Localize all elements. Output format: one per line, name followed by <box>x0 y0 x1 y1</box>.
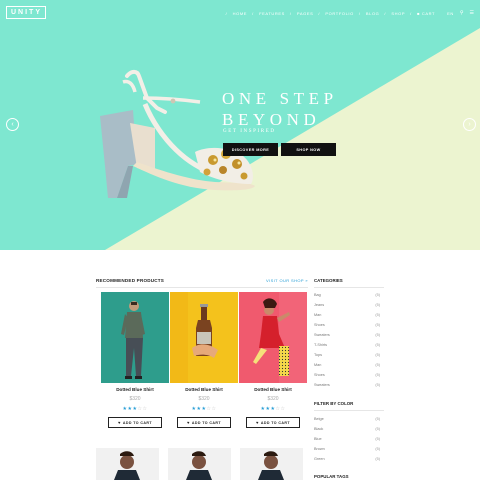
divider <box>314 287 384 288</box>
product-card[interactable]: Dotted Blue Shirt $320 ★★★☆☆ ♥ ADD TO CAR… <box>239 292 307 428</box>
product-rating: ★★★☆☆ <box>101 406 169 412</box>
product-rating: ★★★☆☆ <box>170 406 238 412</box>
nav-features[interactable]: / FEATURES <box>252 11 285 16</box>
category-item[interactable]: Sweaters (5) <box>314 383 380 387</box>
hero-banner: UNITY / HOME / FEATURES / PAGES / PORTFOLIO … <box>0 0 480 250</box>
add-to-cart-button[interactable]: ♥ ADD TO CART <box>177 417 231 428</box>
logo[interactable]: UNITY <box>6 6 46 19</box>
category-item[interactable]: Sweaters (5) <box>314 333 380 337</box>
nav-blog[interactable]: / BLOG <box>359 11 380 16</box>
star-icon: ★★★ <box>122 406 138 412</box>
hero-heading-line2: BEYOND <box>222 110 321 129</box>
star-empty-icon: ☆☆ <box>206 406 217 412</box>
product-name[interactable]: Dotted Blue Shirt <box>170 387 238 392</box>
hero-heading: ONE STEP BEYOND <box>222 88 338 130</box>
category-item[interactable]: Bag (5) <box>314 293 380 297</box>
category-item[interactable]: Jeans (5) <box>314 303 380 307</box>
category-item[interactable]: Man (5) <box>314 313 380 317</box>
add-to-cart-button[interactable]: ♥ ADD TO CART <box>108 417 162 428</box>
divider <box>314 410 384 411</box>
category-item[interactable]: Shoes (5) <box>314 323 380 327</box>
nav-home[interactable]: / HOME <box>226 11 247 16</box>
hero-subheading: GET INSPIRED <box>223 129 276 134</box>
product-price: $320 <box>198 396 210 402</box>
product-image[interactable] <box>96 448 159 480</box>
category-item[interactable]: Man (5) <box>314 363 380 367</box>
add-to-cart-button[interactable]: ♥ ADD TO CART <box>246 417 300 428</box>
nav-cart[interactable]: / ■ CART <box>410 11 435 16</box>
visit-shop-link[interactable]: VISIT OUR SHOP » <box>266 278 308 283</box>
color-filter-item[interactable]: Green (5) <box>314 457 380 461</box>
product-image[interactable] <box>168 448 231 480</box>
top-navigation: UNITY / HOME / FEATURES / PAGES / PORTFOLIO … <box>0 0 480 26</box>
product-name[interactable]: Dotted Blue Shirt <box>239 387 307 392</box>
product-price: $320 <box>129 396 141 402</box>
chevron-left-icon: ‹ <box>11 121 14 128</box>
slider-next-button[interactable]: › <box>463 118 476 131</box>
star-icon: ★★★ <box>191 406 207 412</box>
category-item[interactable]: Shoes (5) <box>314 373 380 377</box>
nav-language[interactable]: EN <box>447 11 454 16</box>
menu-icon[interactable]: ☰ <box>470 10 474 16</box>
slider-prev-button[interactable]: ‹ <box>6 118 19 131</box>
popular-tags-title: POPULAR TAGS <box>314 474 349 479</box>
divider <box>96 287 308 288</box>
star-icon: ★★★ <box>260 406 276 412</box>
color-filter-item[interactable]: Black (5) <box>314 427 380 431</box>
categories-title: CATEGORIES <box>314 278 343 283</box>
filter-by-color-title: FILTER BY COLOR <box>314 401 354 406</box>
star-empty-icon: ☆☆ <box>137 406 148 412</box>
cart-icon: ♥ <box>187 420 190 425</box>
nav-shop[interactable]: / SHOP <box>384 11 405 16</box>
product-image[interactable] <box>240 448 303 480</box>
cart-icon: ♥ <box>256 420 259 425</box>
product-image[interactable] <box>170 292 238 383</box>
category-item[interactable]: T-Shirts (5) <box>314 343 380 347</box>
product-rating: ★★★☆☆ <box>239 406 307 412</box>
main-nav: / HOME / FEATURES / PAGES / PORTFOLIO / BLOG … <box>221 10 474 16</box>
recommended-products-title: RECOMMENDED PRODUCTS <box>96 278 165 283</box>
color-filter-item[interactable]: Blue (5) <box>314 437 380 441</box>
product-price: $320 <box>267 396 279 402</box>
nav-pages[interactable]: / PAGES <box>290 11 314 16</box>
color-filter-item[interactable]: Brown (5) <box>314 447 380 451</box>
hero-heading-line1: ONE STEP <box>222 89 338 108</box>
discover-more-button[interactable]: DISCOVER MORE <box>223 143 278 156</box>
product-card[interactable]: Dotted Blue Shirt $320 ★★★☆☆ ♥ ADD TO CAR… <box>101 292 169 428</box>
cart-icon: ♥ <box>118 420 121 425</box>
star-empty-icon: ☆☆ <box>275 406 286 412</box>
color-filter-item[interactable]: Beige (5) <box>314 417 380 421</box>
product-name[interactable]: Dotted Blue Shirt <box>101 387 169 392</box>
chevron-right-icon: › <box>468 121 471 128</box>
product-image[interactable] <box>101 292 169 383</box>
product-image[interactable] <box>239 292 307 383</box>
product-card[interactable]: Dotted Blue Shirt $320 ★★★☆☆ ♥ ADD TO CAR… <box>170 292 238 428</box>
search-icon[interactable]: ⚲ <box>460 10 464 16</box>
nav-portfolio[interactable]: / PORTFOLIO <box>318 11 353 16</box>
category-item[interactable]: Tops (5) <box>314 353 380 357</box>
shop-now-button[interactable]: SHOP NOW <box>281 143 336 156</box>
